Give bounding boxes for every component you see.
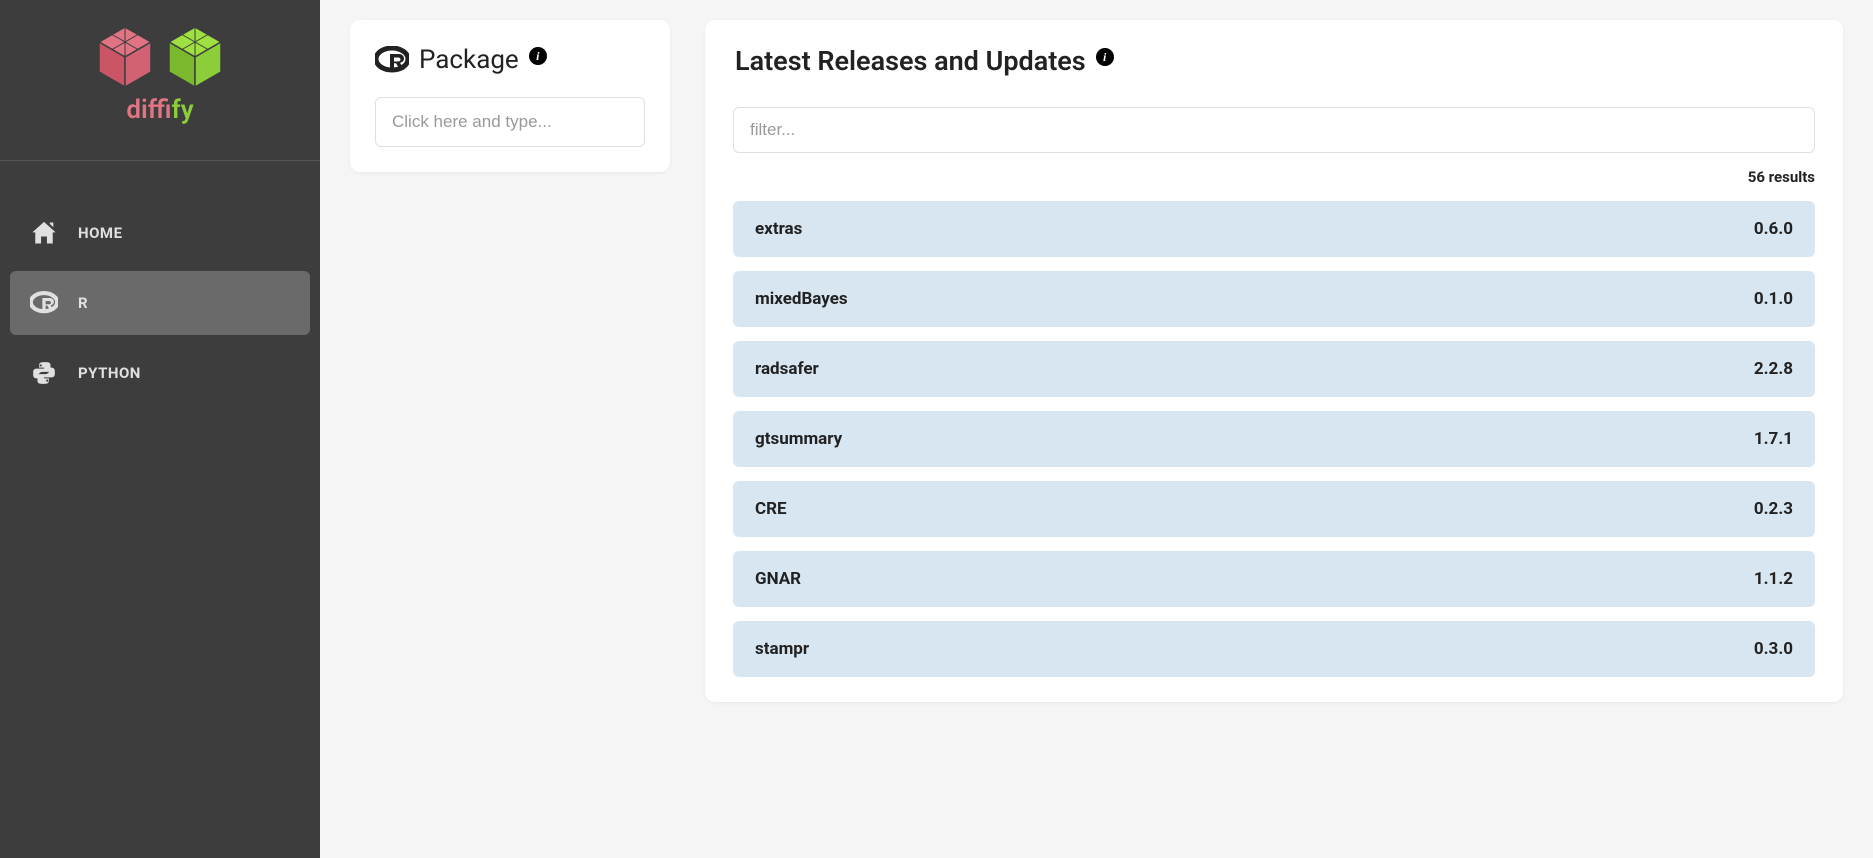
release-item[interactable]: CRE 0.2.3 [733, 481, 1815, 537]
logo-cubes [95, 25, 225, 90]
releases-card: Latest Releases and Updates i 56 results… [705, 20, 1843, 702]
sidebar: diffify HOME R [0, 0, 320, 858]
release-name: gtsummary [755, 429, 842, 449]
home-icon [30, 219, 58, 247]
release-name: stampr [755, 639, 809, 659]
release-version: 0.1.0 [1754, 289, 1793, 309]
release-name: CRE [755, 499, 787, 519]
info-icon[interactable]: i [1096, 48, 1114, 66]
release-name: GNAR [755, 569, 801, 589]
package-title: Package i [375, 45, 645, 75]
cube-green-icon [165, 25, 225, 90]
release-item[interactable]: extras 0.6.0 [733, 201, 1815, 257]
nav-label-home: HOME [78, 224, 123, 242]
python-icon [30, 359, 58, 387]
nav-item-python[interactable]: PYTHON [10, 341, 310, 405]
info-icon[interactable]: i [529, 47, 547, 65]
main-content: Package i Latest Releases and Updates i … [320, 0, 1873, 858]
release-version: 2.2.8 [1754, 359, 1793, 379]
nav-label-r: R [78, 294, 88, 312]
release-item[interactable]: mixedBayes 0.1.0 [733, 271, 1815, 327]
release-version: 1.7.1 [1754, 429, 1793, 449]
release-item[interactable]: gtsummary 1.7.1 [733, 411, 1815, 467]
logo-area: diffify [0, 0, 320, 161]
release-list: extras 0.6.0 mixedBayes 0.1.0 radsafer 2… [733, 201, 1815, 677]
release-version: 1.1.2 [1754, 569, 1793, 589]
cube-red-icon [95, 25, 155, 90]
brand-text: diffify [126, 95, 193, 125]
results-count: 56 results [733, 168, 1815, 186]
release-name: extras [755, 219, 802, 239]
releases-title-text: Latest Releases and Updates [735, 45, 1086, 77]
release-item[interactable]: stampr 0.3.0 [733, 621, 1815, 677]
release-name: mixedBayes [755, 289, 848, 309]
brand-part1: diff [126, 95, 171, 125]
release-version: 0.2.3 [1754, 499, 1793, 519]
release-item[interactable]: radsafer 2.2.8 [733, 341, 1815, 397]
nav-item-r[interactable]: R [10, 271, 310, 335]
left-panel: Package i [350, 20, 670, 838]
nav-label-python: PYTHON [78, 364, 141, 382]
r-icon [30, 289, 58, 317]
release-name: radsafer [755, 359, 819, 379]
release-version: 0.6.0 [1754, 219, 1793, 239]
brand-part2: ify [171, 95, 193, 125]
release-item[interactable]: GNAR 1.1.2 [733, 551, 1815, 607]
release-version: 0.3.0 [1754, 639, 1793, 659]
releases-title: Latest Releases and Updates i [733, 45, 1815, 77]
sidebar-nav: HOME R PYTHON [0, 161, 320, 405]
nav-item-home[interactable]: HOME [10, 201, 310, 265]
package-title-text: Package [419, 45, 519, 75]
right-panel: Latest Releases and Updates i 56 results… [705, 20, 1843, 838]
r-logo-icon [375, 46, 409, 74]
package-search-input[interactable] [375, 97, 645, 147]
package-card: Package i [350, 20, 670, 172]
releases-filter-input[interactable] [733, 107, 1815, 153]
